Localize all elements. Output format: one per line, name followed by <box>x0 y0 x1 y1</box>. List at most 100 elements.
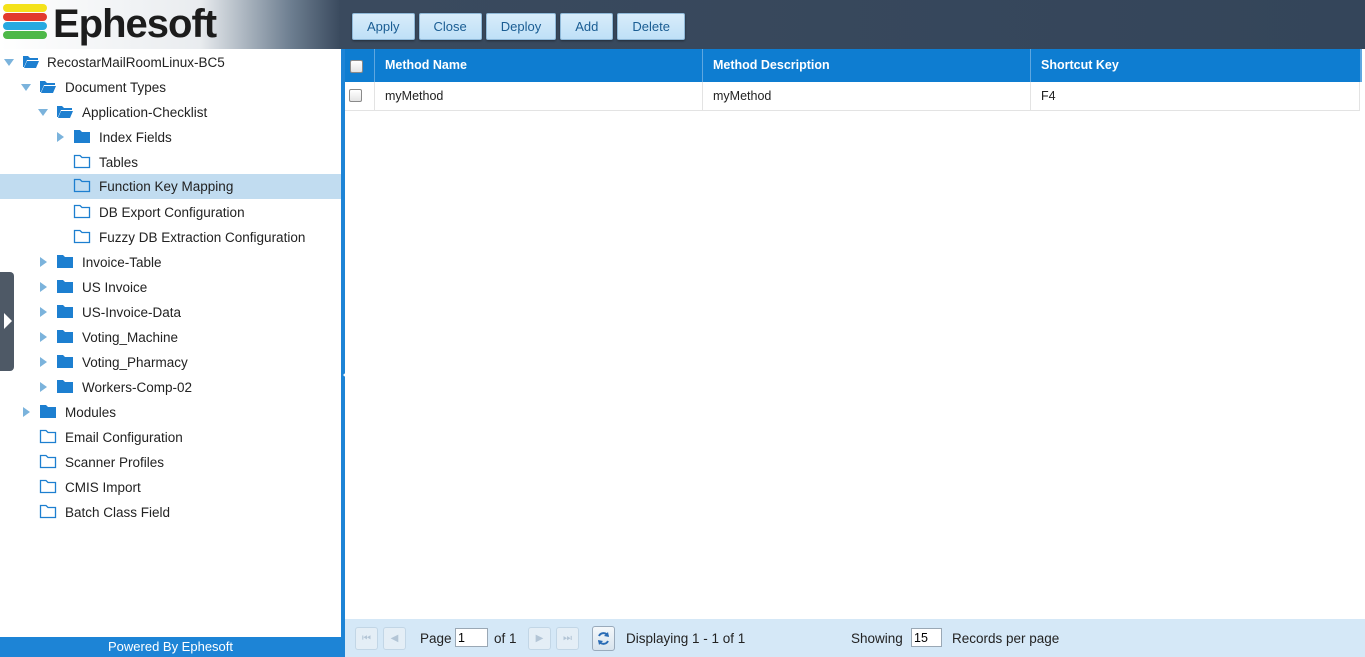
tree-item-db-export-configuration[interactable]: DB Export Configuration <box>0 200 341 225</box>
tree-item-batch-class-field[interactable]: Batch Class Field <box>0 500 341 525</box>
tree-item-index-fields[interactable]: Index Fields <box>0 125 341 150</box>
page-number-input[interactable] <box>455 628 488 647</box>
tree-label-function-key-mapping: Function Key Mapping <box>99 179 234 194</box>
tree-item-root[interactable]: RecostarMailRoomLinux-BC5 <box>0 50 341 75</box>
page-label: Page <box>420 631 452 646</box>
tree-label-fuzzy-db: Fuzzy DB Extraction Configuration <box>99 230 306 245</box>
tree-item-function-key-mapping[interactable]: Function Key Mapping <box>0 174 341 199</box>
tree-label-application-checklist: Application-Checklist <box>82 105 208 120</box>
apply-button[interactable]: Apply <box>352 13 415 40</box>
cell-shortcut-key[interactable]: F4 <box>1031 82 1360 111</box>
tree-item-modules[interactable]: Modules <box>0 400 341 425</box>
collapsed-arrow-icon[interactable] <box>57 132 64 142</box>
tree-item-invoice-table[interactable]: Invoice-Table <box>0 250 341 275</box>
tree-item-tables[interactable]: Tables <box>0 150 341 175</box>
first-page-button[interactable]: ⏮ <box>355 627 378 650</box>
expanded-arrow-icon[interactable] <box>21 84 31 91</box>
page-count: of 1 <box>494 631 517 646</box>
collapsed-arrow-icon[interactable] <box>40 357 47 367</box>
folder-icon <box>57 255 73 268</box>
tree-label-voting-pharmacy: Voting_Pharmacy <box>82 355 188 370</box>
close-button[interactable]: Close <box>418 13 482 40</box>
folder-icon <box>57 355 73 368</box>
tree-item-us-invoice[interactable]: US Invoice <box>0 275 341 300</box>
folder-outline-icon <box>73 178 91 193</box>
folder-open-icon <box>23 56 39 68</box>
tree-label-scanner-profiles: Scanner Profiles <box>65 455 165 470</box>
collapsed-arrow-icon[interactable] <box>40 332 47 342</box>
tree-item-voting-machine[interactable]: Voting_Machine <box>0 325 341 350</box>
records-per-page-input[interactable] <box>911 628 942 647</box>
tree-label-voting-machine: Voting_Machine <box>82 330 179 345</box>
tree-item-fuzzy-db-extraction[interactable]: Fuzzy DB Extraction Configuration <box>0 225 341 250</box>
last-page-button[interactable]: ⏭ <box>556 627 579 650</box>
tree-item-application-checklist[interactable]: Application-Checklist <box>0 100 341 125</box>
records-per-page-label: Records per page <box>952 631 1060 646</box>
displaying-count: Displaying 1 - 1 of 1 <box>626 631 746 646</box>
collapsed-arrow-icon[interactable] <box>40 282 47 292</box>
expanded-arrow-icon[interactable] <box>4 59 14 66</box>
tree-item-email-configuration[interactable]: Email Configuration <box>0 425 341 450</box>
tree-item-workers-comp[interactable]: Workers-Comp-02 <box>0 375 341 400</box>
folder-open-icon <box>57 106 73 118</box>
function-key-grid: Method Name Method Description Shortcut … <box>345 49 1365 619</box>
folder-icon <box>57 380 73 393</box>
collapsed-arrow-icon[interactable] <box>40 257 47 267</box>
grid-header: Method Name Method Description Shortcut … <box>345 49 1360 82</box>
folder-icon <box>74 130 90 143</box>
refresh-icon <box>598 632 609 645</box>
tree-label-cmis-import: CMIS Import <box>65 480 141 495</box>
tree-label-batch-class-field: Batch Class Field <box>65 505 171 520</box>
cell-method-name[interactable]: myMethod <box>375 82 703 111</box>
tree-label-email-configuration: Email Configuration <box>65 430 183 445</box>
logo-stripe-red <box>3 13 47 21</box>
column-header-method-description[interactable]: Method Description <box>703 49 1031 82</box>
folder-outline-icon <box>39 479 57 494</box>
tree-label-index-fields: Index Fields <box>99 130 172 145</box>
first-page-icon: ⏮ <box>362 633 371 644</box>
tree-label-modules: Modules <box>65 405 117 420</box>
expand-arrow-icon[interactable] <box>4 313 12 329</box>
folder-open-icon <box>40 81 56 93</box>
delete-button[interactable]: Delete <box>617 13 685 40</box>
powered-by-footer: Powered By Ephesoft <box>0 637 341 657</box>
prev-page-button[interactable]: ◀ <box>383 627 406 650</box>
folder-outline-icon <box>39 454 57 469</box>
tree-label-invoice-table: Invoice-Table <box>82 255 162 270</box>
next-page-button[interactable]: ▶ <box>528 627 551 650</box>
showing-label: Showing <box>851 631 903 646</box>
column-header-method-name[interactable]: Method Name <box>375 49 703 82</box>
collapsed-arrow-icon[interactable] <box>23 407 30 417</box>
folder-outline-icon <box>73 154 91 169</box>
ephesoft-logo: Ephesoft <box>3 2 223 46</box>
logo-stripe-blue <box>3 22 47 30</box>
tree-label-tables: Tables <box>99 155 139 170</box>
expanded-arrow-icon[interactable] <box>38 109 48 116</box>
folder-icon <box>57 305 73 318</box>
column-header-shortcut-key[interactable]: Shortcut Key <box>1031 49 1360 82</box>
top-bar: Ephesoft Apply Close Deploy Add Delete <box>0 0 1365 49</box>
row-checkbox[interactable] <box>349 89 362 102</box>
select-all-checkbox[interactable] <box>350 60 363 73</box>
tree-item-cmis-import[interactable]: CMIS Import <box>0 475 341 500</box>
folder-outline-icon <box>39 504 57 519</box>
toolbar: Apply Close Deploy Add Delete <box>352 13 685 40</box>
tree-item-scanner-profiles[interactable]: Scanner Profiles <box>0 450 341 475</box>
collapsed-arrow-icon[interactable] <box>40 382 47 392</box>
tree-label-workers-comp: Workers-Comp-02 <box>82 380 193 395</box>
deploy-button[interactable]: Deploy <box>485 13 557 40</box>
collapsed-arrow-icon[interactable] <box>40 307 47 317</box>
refresh-button[interactable] <box>592 626 615 651</box>
table-row[interactable]: myMethod myMethod F4 <box>345 82 1360 111</box>
tree-item-us-invoice-data[interactable]: US-Invoice-Data <box>0 300 341 325</box>
tree-item-document-types[interactable]: Document Types <box>0 75 341 100</box>
header-select-all-cell <box>345 49 375 82</box>
tree-label-us-invoice-data: US-Invoice-Data <box>82 305 182 320</box>
folder-outline-icon <box>73 204 91 219</box>
folder-icon <box>57 330 73 343</box>
tree-item-voting-pharmacy[interactable]: Voting_Pharmacy <box>0 350 341 375</box>
cell-method-description[interactable]: myMethod <box>703 82 1031 111</box>
add-button[interactable]: Add <box>560 13 614 40</box>
tree-label-root: RecostarMailRoomLinux-BC5 <box>47 55 225 70</box>
batch-class-tree: RecostarMailRoomLinux-BC5 Document Types… <box>0 49 341 657</box>
